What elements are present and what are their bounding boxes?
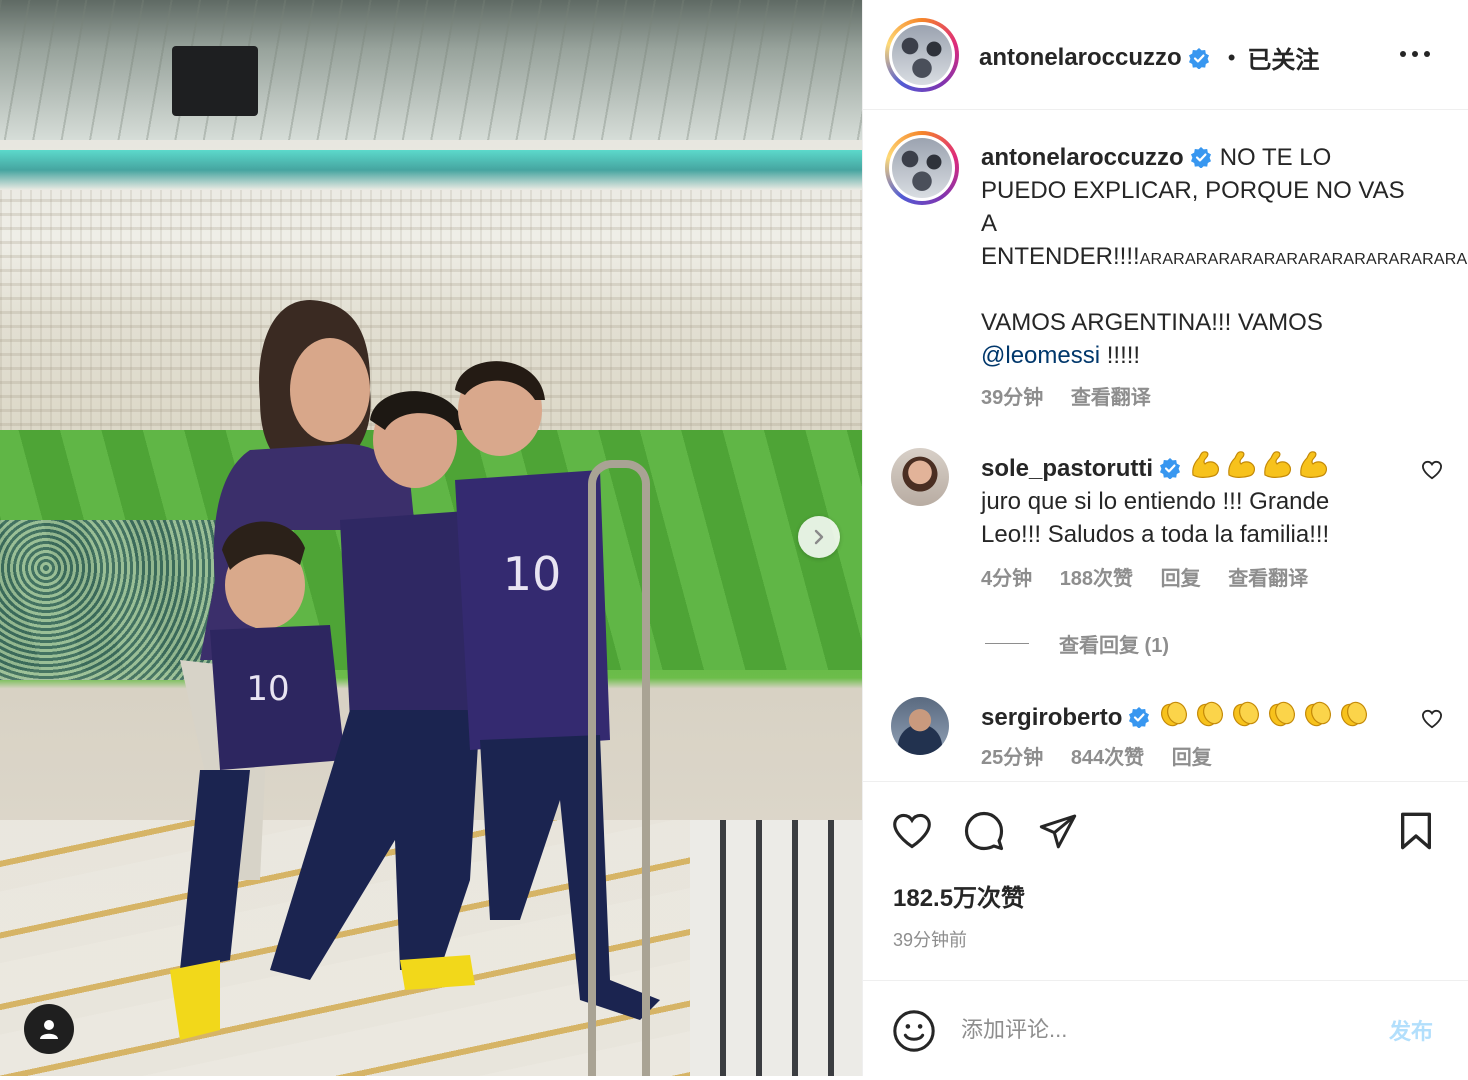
comment-meta: 25分钟 844次赞 回复	[981, 742, 1391, 775]
user-icon	[40, 1020, 58, 1039]
comment-meta: 4分钟 188次赞 回复 查看翻译	[981, 563, 1391, 596]
stair-railing	[588, 460, 650, 1076]
post-side-panel: antonelaroccuzzo • 已关注 antonelaroccuzzo …	[862, 0, 1468, 1076]
caption-line2-suffix: !!!!!	[1100, 342, 1141, 369]
stadium-roof	[0, 0, 862, 140]
svg-text:10: 10	[503, 547, 562, 601]
avatar-image	[892, 138, 952, 198]
caption-username[interactable]: antonelaroccuzzo	[981, 144, 1184, 171]
verified-badge-icon	[1190, 147, 1211, 168]
comment-body: sole_pastorutti juro que si lo entiendo …	[981, 448, 1391, 596]
heart-icon[interactable]	[1421, 460, 1443, 480]
comment-likes[interactable]: 844次赞	[1071, 747, 1144, 769]
verified-badge-icon	[1160, 458, 1181, 479]
comment-input[interactable]	[961, 1010, 1341, 1050]
caption-author-avatar[interactable]	[885, 131, 959, 205]
post-comment-button[interactable]: 发布	[1389, 1014, 1433, 1046]
smiley-icon	[893, 1010, 935, 1052]
view-replies-label: 查看回复 (1)	[1059, 635, 1169, 657]
emoji-picker-button[interactable]	[891, 1008, 937, 1054]
more-horizontal-icon	[1400, 51, 1430, 57]
comment-avatar[interactable]	[891, 448, 949, 506]
comment-username[interactable]: sole_pastorutti	[981, 455, 1153, 482]
caption-mention-link[interactable]: @leomessi	[981, 342, 1100, 369]
replies-divider	[985, 643, 1029, 644]
tagged-users-button[interactable]	[24, 1004, 74, 1054]
comment-translate-button[interactable]: 查看翻译	[1228, 568, 1308, 590]
stadium-speaker	[172, 46, 258, 116]
flexed-biceps-icon	[1192, 451, 1220, 478]
caption-text-small: ARARARARARARARARARARARARARARARARARAR	[1139, 251, 1468, 268]
comment-likes[interactable]: 188次赞	[1060, 568, 1133, 590]
comment-text: juro que si lo entiendo !!! Grande Leo!!…	[981, 488, 1330, 548]
post-caption: antonelaroccuzzo NO TE LO PUEDO EXPLICAR,…	[981, 141, 1468, 415]
instagram-post-dialog: 10 10 antonelaroccuzzo • 已关注 antonelaroc…	[0, 0, 1468, 1080]
heart-icon[interactable]	[1421, 709, 1443, 729]
author-username[interactable]: antonelaroccuzzo	[979, 44, 1182, 72]
view-replies-button[interactable]: 查看回复 (1)	[985, 629, 1169, 658]
comment-button[interactable]	[961, 808, 1007, 854]
comment-icon	[964, 811, 1004, 851]
like-button[interactable]	[889, 808, 935, 854]
avatar-image	[892, 25, 952, 85]
share-button[interactable]	[1035, 808, 1081, 854]
author-avatar[interactable]	[885, 18, 959, 92]
header-separator: •	[1227, 44, 1236, 70]
post-timestamp[interactable]: 39分钟前	[893, 926, 967, 952]
stadium-led-ring	[0, 150, 862, 190]
clapping-hands-icon	[1233, 701, 1260, 727]
svg-text:10: 10	[246, 669, 289, 709]
comments-section[interactable]: antonelaroccuzzo NO TE LO PUEDO EXPLICAR,…	[863, 111, 1468, 781]
likes-count[interactable]: 182.5万次赞	[893, 878, 1025, 913]
clapping-hands-icon	[1269, 701, 1296, 727]
heart-icon	[893, 813, 931, 849]
share-icon	[1039, 814, 1077, 849]
comment-username[interactable]: sergiroberto	[981, 704, 1122, 731]
bookmark-icon	[1400, 812, 1431, 850]
caption-line2-prefix: VAMOS ARGENTINA!!! VAMOS	[981, 309, 1323, 336]
more-options-button[interactable]	[1395, 36, 1435, 72]
verified-badge-icon	[1188, 47, 1209, 69]
flexed-biceps-icon	[1264, 451, 1292, 478]
comment-avatar[interactable]	[891, 697, 949, 755]
comment-body: sergiroberto 25分钟 844次赞 回复	[981, 697, 1391, 775]
comment-time[interactable]: 25分钟	[981, 747, 1043, 769]
post-header: antonelaroccuzzo • 已关注	[863, 0, 1468, 110]
follow-state-button[interactable]: 已关注	[1247, 40, 1319, 75]
caption-meta: 39分钟 查看翻译	[981, 382, 1421, 415]
comment-reply-button[interactable]: 回复	[1172, 747, 1212, 769]
flexed-biceps-icon	[1228, 451, 1256, 478]
caption-translate-button[interactable]: 查看翻译	[1071, 387, 1151, 409]
chevron-right-icon	[814, 529, 824, 545]
comment-reply-button[interactable]: 回复	[1161, 568, 1201, 590]
flexed-biceps-emoji-row	[1189, 451, 1333, 482]
clapping-hands-icon	[1161, 701, 1188, 727]
caption-time[interactable]: 39分钟	[981, 387, 1043, 409]
clapping-hands-icon	[1305, 701, 1332, 727]
clapping-hands-emoji-row	[1158, 701, 1374, 731]
comment-time[interactable]: 4分钟	[981, 568, 1032, 590]
flexed-biceps-icon	[1300, 451, 1328, 478]
clapping-hands-icon	[1197, 701, 1224, 727]
verified-badge-icon	[1129, 707, 1150, 728]
clapping-hands-icon	[1341, 701, 1368, 727]
comment-composer: 发布	[863, 982, 1468, 1076]
save-button[interactable]	[1393, 808, 1439, 854]
post-photo: 10 10	[0, 0, 862, 1076]
next-photo-button[interactable]	[798, 516, 840, 558]
post-actions: 182.5万次赞 39分钟前	[863, 781, 1468, 981]
